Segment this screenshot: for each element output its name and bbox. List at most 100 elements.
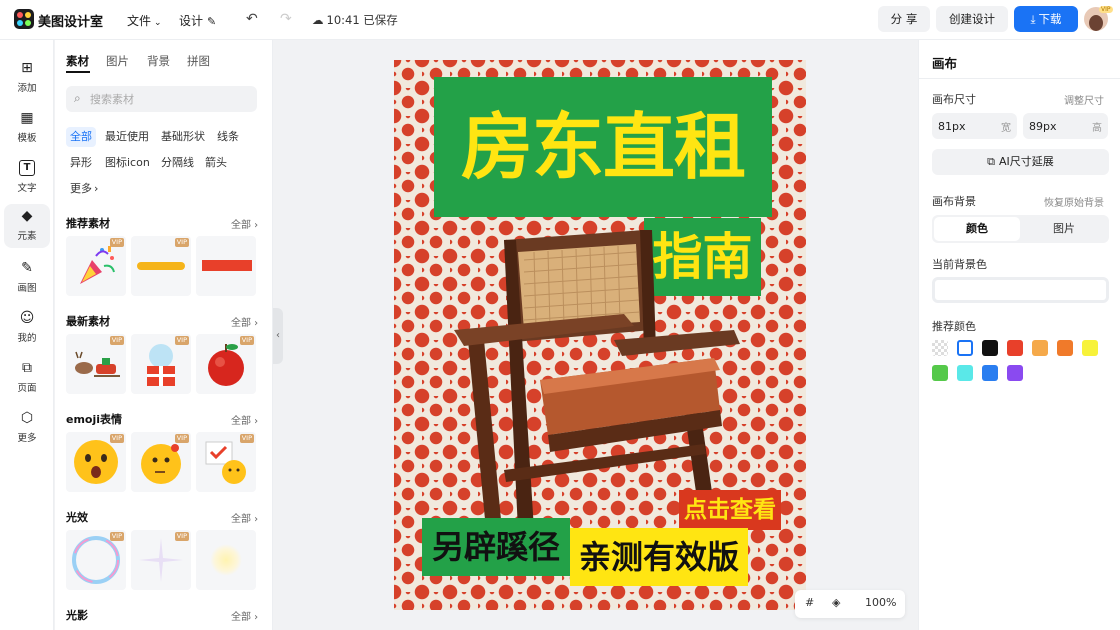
asset-red-bar[interactable]: [196, 236, 256, 296]
color-swatch[interactable]: [957, 340, 973, 356]
vip-tag: VIP: [174, 336, 189, 345]
resize-link[interactable]: 调整尺寸: [1064, 92, 1104, 107]
asset-bubble-ring[interactable]: VIP: [66, 530, 126, 590]
chip-basic-shapes[interactable]: 基础形状: [157, 127, 209, 147]
see-all-link[interactable]: 全部 ›: [231, 510, 258, 525]
color-swatch[interactable]: [1032, 340, 1048, 356]
download-button[interactable]: ⤓ 下载: [1014, 6, 1078, 32]
ai-extend-button[interactable]: ⧉ AI尺寸延展: [932, 149, 1109, 175]
vip-tag: VIP: [109, 434, 124, 443]
create-design-button[interactable]: 创建设计: [936, 6, 1008, 32]
layers-icon[interactable]: ◈: [832, 596, 840, 609]
see-all-label: 全部: [231, 220, 251, 231]
user-icon: ☺: [19, 310, 35, 326]
chip-lines[interactable]: 线条: [213, 127, 243, 147]
rail-item-mine[interactable]: ☺ 我的: [4, 306, 50, 350]
bottom-tag-green[interactable]: 另辟蹊径: [422, 518, 570, 576]
width-input[interactable]: [938, 118, 988, 134]
poster-title[interactable]: 房东直租: [434, 77, 772, 217]
section-title: 光效: [66, 511, 88, 524]
grid-icon[interactable]: #: [805, 596, 814, 609]
segment-image[interactable]: 图片: [1021, 217, 1107, 241]
canvas-size-label: 画布尺寸: [932, 93, 976, 106]
rail-item-text[interactable]: T 文字: [4, 156, 50, 200]
chip-dividers[interactable]: 分隔线: [157, 153, 198, 173]
chip-icons[interactable]: 图标icon: [101, 153, 154, 173]
undo-icon[interactable]: ↶: [246, 11, 258, 27]
click-view-tag[interactable]: 点击查看: [679, 490, 781, 530]
rail-label: 添加: [17, 83, 37, 94]
rail-item-add[interactable]: ⊞ 添加: [4, 56, 50, 100]
ai-extend-label: AI尺寸延展: [999, 155, 1054, 168]
chair-image[interactable]: [444, 230, 744, 530]
redo-icon[interactable]: ↷: [280, 11, 292, 27]
color-swatch[interactable]: [1007, 365, 1023, 381]
asset-gift-snowglobe[interactable]: VIP: [131, 334, 191, 394]
rail-label: 模板: [17, 133, 37, 144]
rail-item-more[interactable]: ⬡ 更多: [4, 406, 50, 450]
asset-red-apple[interactable]: VIP: [196, 334, 256, 394]
pen-icon: ✎: [21, 260, 33, 276]
asset-emoji-thinking[interactable]: VIP: [131, 432, 191, 492]
see-all-link[interactable]: 全部 ›: [231, 216, 258, 231]
rail-item-template[interactable]: ▦ 模板: [4, 106, 50, 150]
vip-tag: VIP: [174, 238, 189, 247]
left-rail: ⊞ 添加 ▦ 模板 T 文字 ◆ 元素 ✎ 画图 ☺ 我的 ⧉ 页面 ⬡ 更多: [0, 40, 54, 630]
section-title: 光影: [66, 609, 88, 622]
asset-yellow-stroke[interactable]: VIP: [131, 236, 191, 296]
page-add-icon: ⧉: [22, 360, 32, 376]
asset-emoji-card[interactable]: VIP: [196, 432, 256, 492]
collapse-panel-button[interactable]: ‹: [273, 308, 283, 364]
poster-canvas[interactable]: 房东直租 指南 点击查看 另辟蹊径 亲测有效版: [394, 60, 806, 610]
search-input[interactable]: [90, 90, 250, 108]
file-menu[interactable]: 文件 ⌄: [127, 12, 162, 29]
chip-irregular[interactable]: 异形: [66, 153, 96, 173]
download-label: 下载: [1038, 12, 1062, 26]
see-all-link[interactable]: 全部 ›: [231, 608, 258, 623]
top-bar: 美图设计室 文件 ⌄ 设计 ✎ ↶ ↷ ☁ 10:41 已保存 分 享 创建设计 ⤓ 下…: [0, 0, 1120, 40]
chip-recent[interactable]: 最近使用: [101, 127, 153, 147]
color-swatch[interactable]: [1082, 340, 1098, 356]
tab-assets[interactable]: 素材: [66, 53, 89, 69]
see-all-link[interactable]: 全部 ›: [231, 314, 258, 329]
asset-party-popper[interactable]: VIP: [66, 236, 126, 296]
asset-emoji-shocked[interactable]: VIP: [66, 432, 126, 492]
bottom-tag-yellow[interactable]: 亲测有效版: [570, 528, 748, 586]
asset-sparkle[interactable]: VIP: [131, 530, 191, 590]
rail-label: 页面: [17, 383, 37, 394]
tab-background[interactable]: 背景: [147, 53, 170, 69]
chip-more[interactable]: 更多 ›: [66, 179, 102, 199]
tab-collage[interactable]: 拼图: [187, 53, 210, 69]
zoom-level[interactable]: 100%: [865, 596, 896, 609]
vip-tag: VIP: [109, 336, 124, 345]
segment-color[interactable]: 颜色: [934, 217, 1020, 241]
template-icon: ▦: [20, 110, 34, 126]
chip-arrows[interactable]: 箭头: [201, 153, 231, 173]
color-swatch[interactable]: [1007, 340, 1023, 356]
color-swatch[interactable]: [982, 365, 998, 381]
current-color-field[interactable]: [932, 277, 1109, 303]
asset-reindeer-sleigh[interactable]: VIP: [66, 334, 126, 394]
tab-images[interactable]: 图片: [106, 53, 129, 69]
chip-more-label: 更多: [70, 182, 92, 195]
width-unit: 宽: [1001, 123, 1011, 134]
share-button[interactable]: 分 享: [878, 6, 930, 32]
section-title: 最新素材: [66, 315, 110, 328]
rail-item-draw[interactable]: ✎ 画图: [4, 256, 50, 300]
color-swatch[interactable]: [957, 365, 973, 381]
color-swatch[interactable]: [982, 340, 998, 356]
color-swatch[interactable]: [1057, 340, 1073, 356]
chip-all[interactable]: 全部: [66, 127, 96, 147]
file-menu-label: 文件: [127, 14, 152, 28]
reset-bg-link[interactable]: 恢复原始背景: [1044, 194, 1104, 209]
rail-item-elements[interactable]: ◆ 元素: [4, 204, 50, 248]
color-swatch[interactable]: [932, 340, 948, 356]
design-menu[interactable]: 设计 ✎: [179, 12, 216, 29]
see-all-link[interactable]: 全部 ›: [231, 412, 258, 427]
height-input[interactable]: [1029, 118, 1079, 134]
vip-tag: VIP: [174, 532, 189, 541]
app-logo-icon[interactable]: [14, 9, 34, 29]
rail-item-pages[interactable]: ⧉ 页面: [4, 356, 50, 400]
asset-glow[interactable]: [196, 530, 256, 590]
color-swatch[interactable]: [932, 365, 948, 381]
